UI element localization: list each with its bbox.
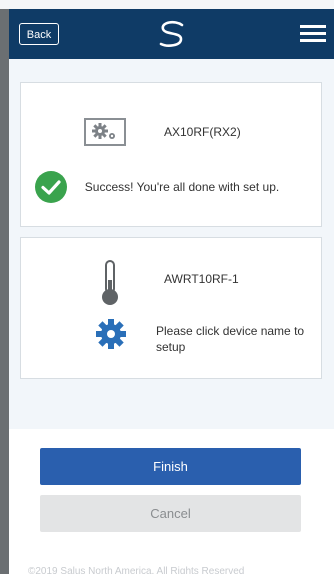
- logo-icon: [159, 20, 184, 47]
- device-card-thermostat: AWRT10RF-1 Please click device name to s…: [20, 237, 322, 379]
- device-card-receiver: AX10RF(RX2) Success! You're all done wit…: [20, 82, 322, 227]
- device-list-area: AX10RF(RX2) Success! You're all done wit…: [9, 59, 334, 429]
- top-border: [0, 0, 334, 9]
- device-name[interactable]: AX10RF(RX2): [164, 125, 241, 139]
- back-button[interactable]: Back: [19, 23, 59, 45]
- finish-button[interactable]: Finish: [40, 448, 301, 485]
- app-header: Back: [9, 9, 334, 59]
- check-circle-icon: [35, 171, 67, 203]
- setup-prompt-link[interactable]: Please click device name to setup: [156, 323, 321, 355]
- hamburger-menu-icon[interactable]: [300, 25, 326, 43]
- thermometer-icon: [102, 260, 118, 305]
- left-edge: [0, 9, 9, 574]
- app-screen: Back AX10RF(RX2) Success! You're all don…: [0, 0, 334, 574]
- success-message: Success! You're all done with set up.: [84, 180, 280, 194]
- device-name[interactable]: AWRT10RF-1: [164, 272, 239, 286]
- gear-icon[interactable]: [95, 318, 127, 350]
- device-box-icon: [84, 118, 126, 146]
- gear-icon: [92, 123, 115, 139]
- cancel-button[interactable]: Cancel: [40, 495, 301, 532]
- copyright-footer: ©2019 Salus North America. All Rights Re…: [28, 566, 245, 574]
